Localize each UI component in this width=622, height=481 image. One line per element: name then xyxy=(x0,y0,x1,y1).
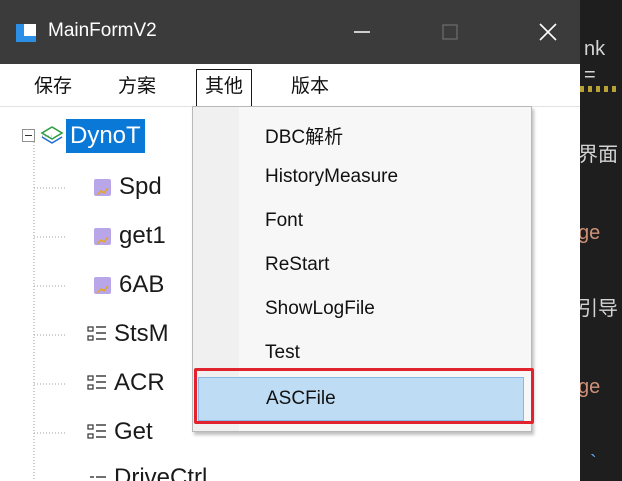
tree-node-label: 6AB xyxy=(119,271,165,298)
maximize-button[interactable] xyxy=(420,0,480,64)
bg-editor-line: nk xyxy=(584,38,606,60)
menu-item-label: Test xyxy=(265,342,300,363)
app-window-icon xyxy=(16,24,36,42)
menu-save[interactable]: 保存 xyxy=(26,70,80,102)
tree-node-label: DriveCtrl xyxy=(114,464,208,481)
tree-node-label: Spd xyxy=(119,173,162,200)
tree-node[interactable]: StsM xyxy=(86,314,169,354)
list-icon xyxy=(87,424,106,439)
tree-root-label: DynoT xyxy=(66,119,145,153)
chart-icon xyxy=(94,178,111,196)
menu-scheme[interactable]: 方案 xyxy=(110,70,164,102)
menu-other[interactable]: 其他 xyxy=(196,69,253,106)
menu-version[interactable]: 版本 xyxy=(283,70,337,102)
collapse-toggle-icon[interactable] xyxy=(22,129,36,143)
list-icon xyxy=(87,326,106,341)
tree-node-label: ACR xyxy=(114,369,165,396)
tree-node[interactable]: ACR xyxy=(86,363,165,403)
menu-item-font[interactable]: Font xyxy=(195,201,527,241)
menu-item-label: HistoryMeasure xyxy=(265,166,399,187)
background-editor: nk = 界面 ge 引导 ge ` xyxy=(580,0,622,481)
bg-editor-line: = xyxy=(584,64,596,86)
warning-squiggle xyxy=(580,86,620,92)
maximize-icon xyxy=(442,24,458,40)
title-bar[interactable]: MainFormV2 xyxy=(0,0,580,64)
tree-node-label: Get xyxy=(114,418,153,445)
bg-editor-line: 引导 xyxy=(580,298,618,320)
menu-item-label: Font xyxy=(265,210,304,231)
tree-node-label: get1 xyxy=(119,222,166,249)
bg-editor-line: ge xyxy=(580,376,601,398)
menu-item-restart[interactable]: ReStart xyxy=(195,245,527,285)
close-icon xyxy=(539,23,557,41)
menu-item-label: DBC解析 xyxy=(265,127,344,148)
window-title: MainFormV2 xyxy=(48,20,157,41)
minimize-icon xyxy=(354,31,370,33)
tree-node[interactable]: DriveCtrl xyxy=(86,458,207,481)
bg-editor-line: ge xyxy=(580,222,601,244)
annotation-highlight-box xyxy=(194,368,534,424)
menu-item-history-measure[interactable]: HistoryMeasure xyxy=(195,157,527,197)
list-icon xyxy=(87,375,106,390)
minimize-button[interactable] xyxy=(332,0,392,64)
menu-bar: 保存 方案 其他 版本 xyxy=(0,64,580,107)
close-button[interactable] xyxy=(518,0,578,64)
tree-node[interactable]: Spd xyxy=(94,167,162,207)
chart-icon xyxy=(94,276,111,294)
layers-icon xyxy=(40,126,64,144)
bg-editor-line: ` xyxy=(590,452,597,474)
tree-node[interactable]: Get xyxy=(86,412,153,452)
tree-node-label: StsM xyxy=(114,320,169,347)
bg-editor-line: 界面 xyxy=(580,144,618,166)
menu-item-show-log-file[interactable]: ShowLogFile xyxy=(195,289,527,329)
tree-root-node[interactable]: DynoT xyxy=(22,116,145,156)
menu-item-test[interactable]: Test xyxy=(195,333,527,373)
tree-node[interactable]: get1 xyxy=(94,216,166,256)
main-window: MainFormV2 保存 方案 其他 版本 DynoT Spd get1 6A… xyxy=(0,0,580,481)
menu-item-label: ShowLogFile xyxy=(265,298,375,319)
menu-item-dbc-parse[interactable]: DBC解析 xyxy=(195,113,527,153)
chart-icon xyxy=(94,227,111,245)
tree-node[interactable]: 6AB xyxy=(94,265,164,305)
list-icon xyxy=(90,476,106,478)
menu-item-label: ReStart xyxy=(265,254,330,275)
